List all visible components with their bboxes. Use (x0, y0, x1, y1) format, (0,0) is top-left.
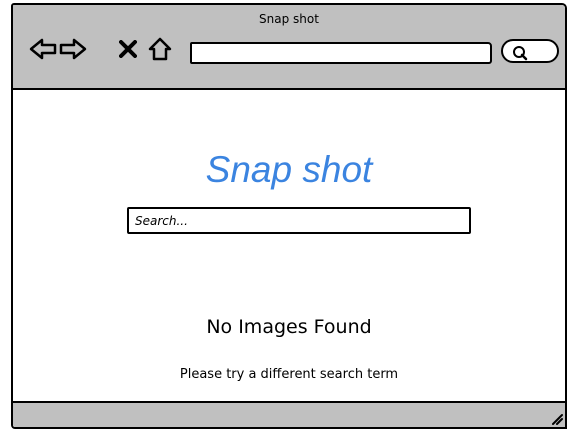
search-icon (513, 46, 528, 61)
empty-state-subtitle: Please try a different search term (179, 367, 399, 382)
search-field[interactable] (127, 207, 471, 234)
page-title: Snap shot (205, 149, 373, 190)
home-icon[interactable] (147, 36, 173, 62)
browser-window: Snap shot Snap shot Search... No Images … (11, 3, 567, 429)
status-bar (13, 401, 565, 427)
forward-arrow-icon[interactable] (59, 37, 87, 61)
resize-grip-icon[interactable] (549, 411, 563, 425)
address-bar[interactable] (190, 42, 492, 64)
toolbar-search-button[interactable] (501, 39, 559, 63)
empty-state-title: No Images Found (206, 316, 372, 338)
close-icon[interactable] (119, 40, 137, 58)
browser-toolbar: Snap shot (13, 5, 565, 90)
search-input[interactable] (129, 209, 469, 232)
page-content: Snap shot No Images Found Please try a d… (13, 90, 565, 403)
window-title: Snap shot (259, 12, 319, 26)
back-arrow-icon[interactable] (29, 37, 57, 61)
